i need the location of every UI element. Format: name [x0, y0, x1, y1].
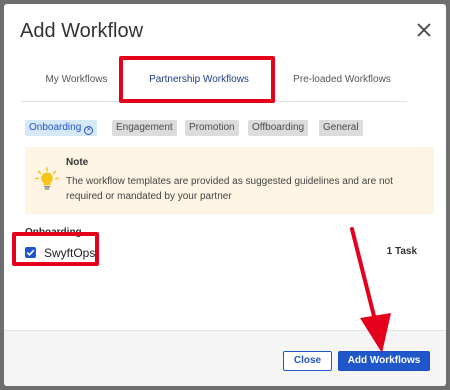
- tab-pre-loaded-workflows[interactable]: Pre-loaded Workflows: [273, 58, 411, 102]
- workflow-checkbox[interactable]: [25, 247, 36, 258]
- workflow-row: SwyftOps 1 Task: [25, 240, 425, 266]
- checkmark-icon: [26, 249, 35, 256]
- filter-chip-label: Onboarding: [29, 122, 82, 133]
- task-count: 1 Task: [386, 246, 417, 257]
- dialog-title: Add Workflow: [20, 20, 144, 42]
- lightbulb-icon: [35, 167, 60, 191]
- clear-filter-icon[interactable]: ✕: [84, 126, 94, 135]
- filter-chip-general[interactable]: General: [319, 120, 363, 136]
- close-button[interactable]: Close: [283, 351, 332, 371]
- workflow-name: SwyftOps: [44, 246, 96, 260]
- tab-partnership-workflows[interactable]: Partnership Workflows: [128, 58, 270, 102]
- filter-chip-engagement[interactable]: Engagement: [112, 120, 177, 136]
- note-body: The workflow templates are provided as s…: [66, 176, 393, 202]
- section-label: Onboarding: [25, 227, 82, 238]
- filter-chip-promotion[interactable]: Promotion: [185, 120, 239, 136]
- note-heading: Note: [66, 157, 89, 168]
- note-banner: Note The workflow templates are provided…: [25, 147, 434, 214]
- filter-chip-offboarding[interactable]: Offboarding: [248, 120, 309, 136]
- add-workflow-dialog: Add Workflow My Workflows Partnership Wo…: [4, 4, 446, 386]
- workflow-tabs: My Workflows Partnership Workflows Pre-l…: [21, 58, 407, 102]
- close-icon[interactable]: [412, 18, 436, 42]
- dialog-footer: Close Add Workflows: [4, 330, 446, 386]
- filter-chip-onboarding[interactable]: Onboarding ✕: [25, 120, 98, 136]
- tab-my-workflows[interactable]: My Workflows: [21, 58, 132, 102]
- add-workflows-button[interactable]: Add Workflows: [338, 351, 430, 371]
